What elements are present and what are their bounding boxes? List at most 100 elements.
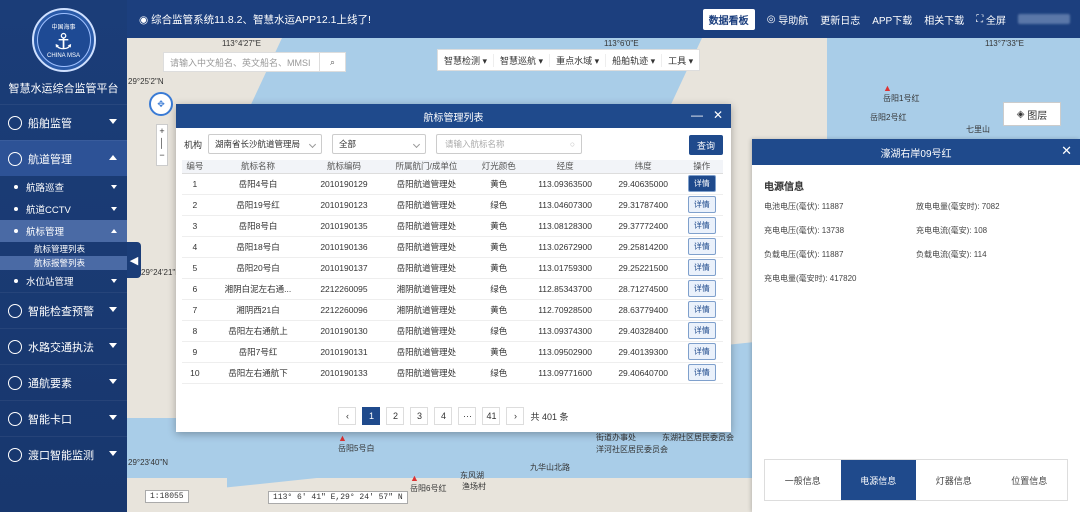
buoy-marker[interactable]: ▲ 岳阳1号红 (883, 83, 919, 104)
table-cell: 黄色 (473, 341, 525, 363)
close-icon[interactable]: ✕ (1061, 143, 1072, 159)
table-row[interactable]: 6 湘阴白泥左右通... 2212260095 湘阴航道管理处 绿色 112.853437… (182, 278, 723, 300)
page-button[interactable]: 4 (434, 407, 453, 425)
table-row[interactable]: 2 岳阳19号红 2010190123 岳阳航道管理处 绿色 113.04607300 29… (182, 194, 723, 216)
cell-action[interactable]: 详情 (680, 320, 723, 342)
power-field: 放电电量(毫安时): 7082 (916, 202, 1000, 211)
cell-action[interactable]: 详情 (680, 215, 723, 237)
detail-button[interactable]: 详情 (687, 217, 716, 234)
detail-button[interactable]: 详情 (687, 301, 716, 318)
sidebar-subitem-buoy-management[interactable]: 航标管理 (0, 220, 127, 242)
org-label: 机构 (184, 139, 203, 150)
tool-ship-track[interactable]: 船舶轨迹 ▾ (606, 53, 663, 67)
cell-action[interactable]: 详情 (680, 236, 723, 258)
table-row[interactable]: 1 岳阳4号白 2010190129 岳阳航道管理处 黄色 113.09363500 29.… (182, 173, 723, 195)
sidebar-subsub-buoy-list[interactable]: 航标管理列表 (0, 242, 127, 256)
page-button[interactable]: ··· (458, 407, 477, 425)
prev-page-button[interactable]: ‹ (338, 407, 357, 425)
table-row[interactable]: 8 岳阳左右通航上 2010190130 岳阳航道管理处 绿色 113.09374300 2… (182, 320, 723, 342)
page-button[interactable]: 2 (386, 407, 405, 425)
sidebar-subitem-cctv[interactable]: 航道CCTV (0, 198, 127, 220)
ship-search-input[interactable]: 请输入中文船名、英文船名、MMSI ⌕ (163, 52, 346, 72)
tool-key-waters[interactable]: 重点水域 ▾ (550, 53, 607, 67)
pan-control-icon[interactable]: ✥ (149, 92, 173, 116)
table-row[interactable]: 4 岳阳18号白 2010190136 岳阳航道管理处 黄色 113.02672900 29… (182, 236, 723, 258)
cell-action[interactable]: 详情 (680, 299, 723, 321)
notice-text: ◉ 综合监管系统11.8.2、智慧水运APP12.1上线了! (139, 13, 371, 26)
sidebar-item-channel-management[interactable]: 航道管理 (0, 140, 127, 176)
changelog-link[interactable]: 更新日志 (820, 12, 860, 27)
org-select[interactable]: 湖南省长沙航道管理局 (208, 134, 323, 154)
next-page-button[interactable]: › (506, 407, 525, 425)
sidebar-item-navigation-elements[interactable]: 通航要素 (0, 364, 127, 400)
table-cell: 8 (182, 320, 208, 342)
detail-button[interactable]: 详情 (687, 364, 716, 381)
search-icon[interactable]: ⌕ (319, 53, 345, 71)
tool-smart-patrol[interactable]: 智慧巡航 ▾ (494, 53, 551, 67)
dashboard-button[interactable]: 数据看板 (702, 8, 755, 30)
close-icon[interactable]: ✕ (713, 108, 723, 122)
table-cell: 岳阳航道管理处 (379, 341, 474, 363)
dialog-title: 航标管理列表 (423, 112, 484, 124)
app-download-link[interactable]: APP下载 (872, 12, 912, 27)
tool-smart-detect[interactable]: 智慧检测 ▾ (438, 53, 495, 67)
detail-button[interactable]: 详情 (687, 259, 716, 276)
cell-action[interactable]: 详情 (680, 173, 723, 195)
detail-button[interactable]: 详情 (687, 322, 716, 339)
detail-button[interactable]: 详情 (687, 280, 716, 297)
detail-button[interactable]: 详情 (687, 238, 716, 255)
buoy-marker[interactable]: 岳阳2号红 (870, 112, 906, 123)
detail-button[interactable]: 详情 (687, 343, 716, 360)
cell-action[interactable]: 详情 (680, 341, 723, 363)
sidebar-item-smart-inspection[interactable]: 智能检查预警 (0, 292, 127, 328)
cell-action[interactable]: 详情 (680, 194, 723, 216)
cell-action[interactable]: 详情 (680, 257, 723, 279)
table-cell: 2 (182, 194, 208, 216)
sidebar-subitem-patrol[interactable]: 航路巡查 (0, 176, 127, 198)
detail-tab[interactable]: 灯器信息 (916, 460, 992, 500)
page-button[interactable]: 1 (362, 407, 381, 425)
guide-button[interactable]: ◎ 导助航 (767, 12, 809, 27)
sidebar-item-ferry-monitoring[interactable]: 渡口智能监测 (0, 436, 127, 472)
detail-button[interactable]: 详情 (687, 175, 716, 192)
table-row[interactable]: 10 岳阳左右通航下 2010190133 岳阳航道管理处 绿色 113.09771600… (182, 362, 723, 384)
search-icon: ○ (569, 139, 576, 149)
detail-button[interactable]: 详情 (687, 196, 716, 213)
sidebar-item-ship-supervision[interactable]: 船舶监管 (0, 104, 127, 140)
status-select[interactable]: 全部 (332, 134, 427, 154)
table-body: 1 岳阳4号白 2010190129 岳阳航道管理处 黄色 113.09363500 29.… (182, 173, 723, 384)
user-name-blurred[interactable] (1018, 14, 1070, 24)
buoy-marker[interactable]: ▲ 岳阳5号白 (338, 433, 374, 454)
anchor-icon: ⚓ (53, 28, 74, 54)
map-place-label: 东风湖 (460, 471, 484, 480)
page-button[interactable]: 3 (410, 407, 429, 425)
detail-tab[interactable]: 位置信息 (992, 460, 1068, 500)
cell-action[interactable]: 详情 (680, 362, 723, 384)
table-row[interactable]: 9 岳阳7号红 2010190131 岳阳航道管理处 黄色 113.09502900 29.… (182, 341, 723, 363)
related-download-link[interactable]: 相关下载 (924, 12, 964, 27)
sidebar-subitem-water-level[interactable]: 水位站管理 (0, 270, 127, 292)
buoy-name-input[interactable]: 请输入航标名称 ○ (436, 134, 583, 154)
zoom-control[interactable]: + │ − (156, 124, 168, 166)
table-cell: 6 (182, 278, 208, 300)
page-button[interactable]: 41 (482, 407, 501, 425)
buoy-marker[interactable]: ▲ 岳阳6号红 (410, 473, 446, 494)
sidebar-item-smart-checkpoint[interactable]: 智能卡口 (0, 400, 127, 436)
minimize-icon[interactable]: — (691, 108, 703, 122)
table-row[interactable]: 7 湘阴西21白 2212260096 湘阴航道管理处 黄色 112.70928500 28… (182, 299, 723, 321)
sidebar-collapse-button[interactable]: ◀ (127, 242, 141, 278)
msa-logo: 中国海事 ⚓ CHINA MSA (31, 8, 96, 72)
sidebar-item-law-enforcement[interactable]: 水路交通执法 (0, 328, 127, 364)
table-row[interactable]: 5 岳阳20号白 2010190137 岳阳航道管理处 黄色 113.01759300 29… (182, 257, 723, 279)
fullscreen-button[interactable]: ⛶ 全屏 (976, 12, 1006, 27)
cell-action[interactable]: 详情 (680, 278, 723, 300)
detail-tab[interactable]: 电源信息 (840, 460, 916, 500)
table-cell: 28.71274500 (605, 278, 681, 300)
table-cell: 2010190135 (308, 215, 380, 237)
detail-tab[interactable]: 一般信息 (765, 460, 841, 500)
sidebar-subsub-buoy-alarm[interactable]: 航标报警列表 (0, 256, 127, 270)
query-button[interactable]: 查询 (689, 135, 723, 155)
table-row[interactable]: 3 岳阳8号白 2010190135 岳阳航道管理处 黄色 113.08128300 29.… (182, 215, 723, 237)
layers-button[interactable]: ◈ 图层 (1003, 102, 1061, 126)
tool-tools[interactable]: 工具 ▾ (662, 54, 699, 67)
